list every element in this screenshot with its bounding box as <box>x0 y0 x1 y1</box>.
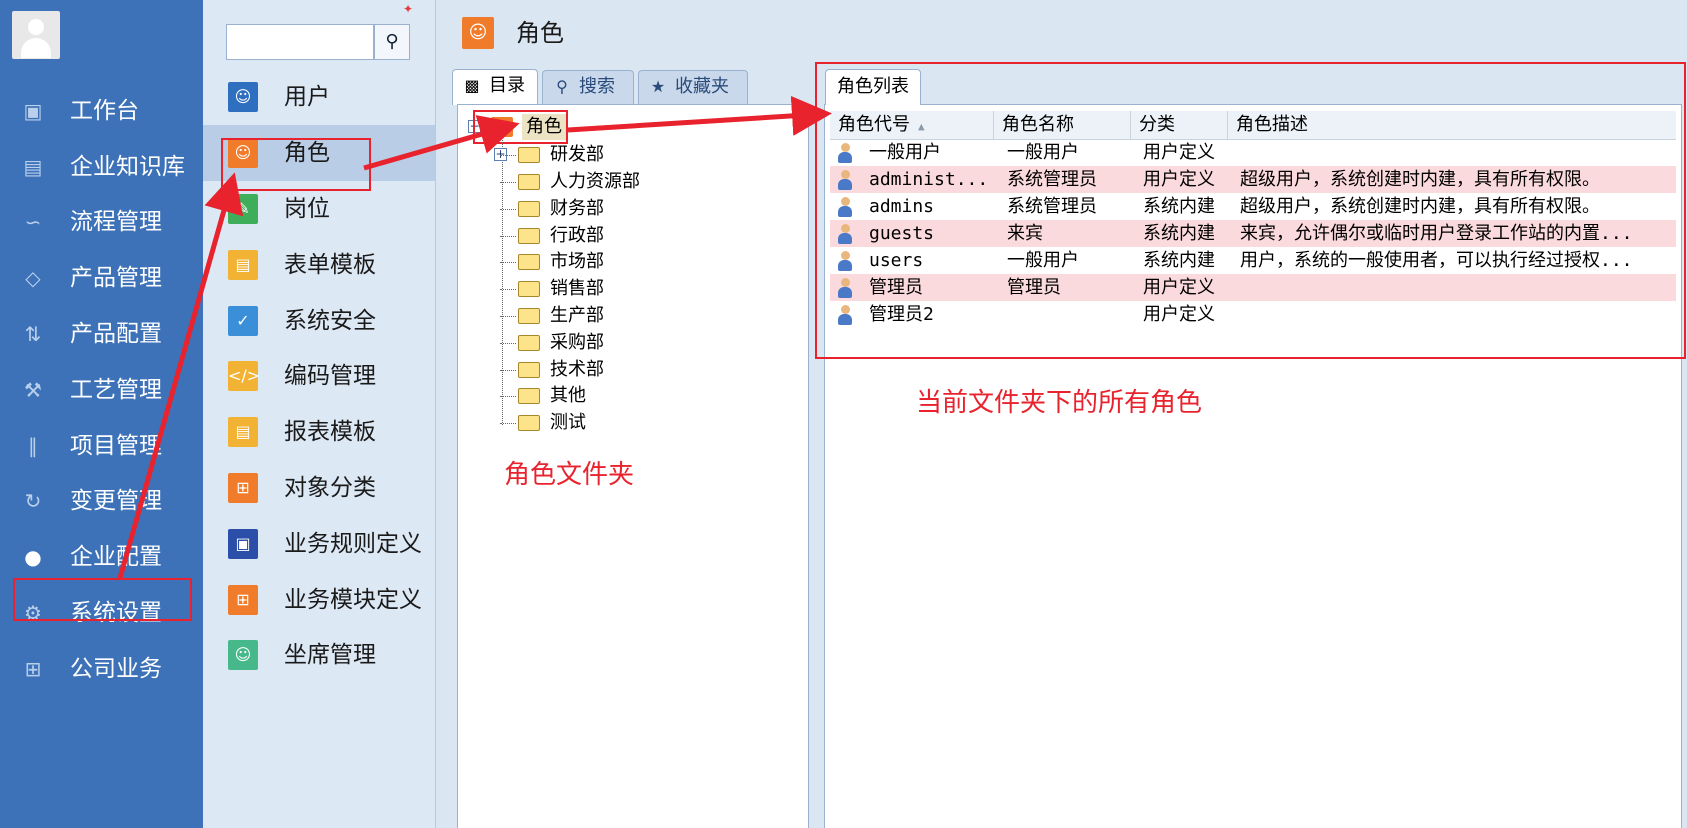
highlight-box-enterprise-config <box>13 578 192 621</box>
folder-icon <box>518 254 540 270</box>
seat-icon: ☺ <box>228 640 258 670</box>
sub-item-object-category[interactable]: ⊞ 对象分类 <box>203 460 435 516</box>
rule-icon: ▣ <box>228 529 258 559</box>
folder-icon <box>518 362 540 378</box>
annotation-role-folder: 角色文件夹 <box>504 460 635 490</box>
tree-node[interactable]: 财务部 <box>500 195 604 222</box>
flow-icon: ∽ <box>24 210 42 234</box>
highlight-box-role <box>221 138 371 191</box>
nav-item-business[interactable]: ⊞ 公司业务 <box>0 641 203 697</box>
module-icon: ⊞ <box>228 585 258 615</box>
folder-icon <box>518 201 540 217</box>
search-icon: ⚲ <box>385 31 399 52</box>
role-icon: ☺ <box>462 17 494 49</box>
tab-catalog[interactable]: ▩ 目录 <box>452 69 538 105</box>
shield-icon: ✓ <box>228 306 258 336</box>
wrench-icon: ⚒ <box>24 378 42 402</box>
sliders-icon: ⇅ <box>24 322 42 346</box>
report-icon: ▤ <box>228 417 258 447</box>
sub-item-report-template[interactable]: ▤ 报表模板 <box>203 404 435 460</box>
post-icon: ✎ <box>228 194 258 224</box>
bars-icon: ∥ <box>28 434 38 458</box>
sub-item-seat[interactable]: ☺ 坐席管理 <box>203 627 435 683</box>
nav-item-enterprise-config[interactable]: ● 企业配置 <box>0 529 203 585</box>
folder-icon <box>518 388 540 404</box>
tree-node[interactable]: 人力资源部 <box>500 168 640 195</box>
monitor-icon: ▣ <box>23 99 43 123</box>
highlight-box-role-list <box>815 62 1686 359</box>
sub-item-business-rule[interactable]: ▣ 业务规则定义 <box>203 516 435 572</box>
sub-item-security[interactable]: ✓ 系统安全 <box>203 293 435 349</box>
folder-icon <box>518 174 540 190</box>
sub-item-user[interactable]: ☺ 用户 <box>203 69 435 125</box>
avatar[interactable] <box>12 11 60 59</box>
folder-icon <box>518 308 540 324</box>
page-title: 角色 <box>516 19 564 47</box>
users-icon: ● <box>24 545 42 569</box>
tab-favorites[interactable]: ★ 收藏夹 <box>638 70 748 104</box>
sub-item-business-module[interactable]: ⊞ 业务模块定义 <box>203 572 435 628</box>
tree-node[interactable]: 销售部 <box>500 275 604 302</box>
folder-icon <box>518 228 540 244</box>
tree-node[interactable]: 技术部 <box>500 356 604 383</box>
form-icon: ▤ <box>228 250 258 280</box>
nav-item-process[interactable]: ⚒ 工艺管理 <box>0 362 203 418</box>
tree-node[interactable]: 测试 <box>500 409 586 436</box>
nav-item-knowledge[interactable]: ▤ 企业知识库 <box>0 139 203 195</box>
folder-icon <box>518 335 540 351</box>
tree-node[interactable]: 采购部 <box>500 329 604 356</box>
search-button[interactable]: ⚲ <box>374 24 410 60</box>
tab-search[interactable]: ⚲ 搜索 <box>542 70 634 104</box>
user-icon: ☺ <box>228 82 258 112</box>
refresh-icon: ↻ <box>24 489 42 513</box>
search-icon: ⚲ <box>556 77 568 96</box>
annotation-all-roles: 当前文件夹下的所有角色 <box>916 388 1203 418</box>
highlight-box-tree-root <box>473 110 568 144</box>
tree-node[interactable]: 其他 <box>500 382 586 409</box>
nav-item-project[interactable]: ∥ 项目管理 <box>0 418 203 474</box>
computer-icon: ▩ <box>464 76 480 95</box>
nav-item-flow[interactable]: ∽ 流程管理 <box>0 194 203 250</box>
nav-item-product-config[interactable]: ⇅ 产品配置 <box>0 306 203 362</box>
tree-node[interactable]: 行政部 <box>500 222 604 249</box>
grid-icon: ⊞ <box>24 657 42 681</box>
pin-icon[interactable]: ✦ <box>403 3 413 15</box>
book-icon: ▤ <box>23 155 43 179</box>
folder-icon <box>518 281 540 297</box>
search-input[interactable] <box>226 24 374 60</box>
folder-icon <box>518 147 540 163</box>
sub-nav-panel: ✦ ⚲ ☺ 用户 ☺ 角色 ✎ 岗位 ▤ 表单模板 ✓ 系统安全 </> 编码管… <box>203 0 436 828</box>
sub-item-code[interactable]: </> 编码管理 <box>203 348 435 404</box>
category-icon: ⊞ <box>228 473 258 503</box>
tree-node[interactable]: 生产部 <box>500 302 604 329</box>
tree-node[interactable]: 市场部 <box>500 248 604 275</box>
code-icon: </> <box>228 361 260 391</box>
main-nav: ▣ 工作台 ▤ 企业知识库 ∽ 流程管理 ◇ 产品管理 ⇅ 产品配置 ⚒ 工艺管… <box>0 0 203 828</box>
nav-item-change[interactable]: ↻ 变更管理 <box>0 473 203 529</box>
folder-icon <box>518 415 540 431</box>
nav-item-product[interactable]: ◇ 产品管理 <box>0 250 203 306</box>
favorites-icon: ★ <box>650 77 666 96</box>
cube-icon: ◇ <box>25 266 41 290</box>
nav-item-workbench[interactable]: ▣ 工作台 <box>0 83 203 139</box>
sub-item-form-template[interactable]: ▤ 表单模板 <box>203 237 435 293</box>
tree-node[interactable]: 研发部 <box>500 141 604 168</box>
